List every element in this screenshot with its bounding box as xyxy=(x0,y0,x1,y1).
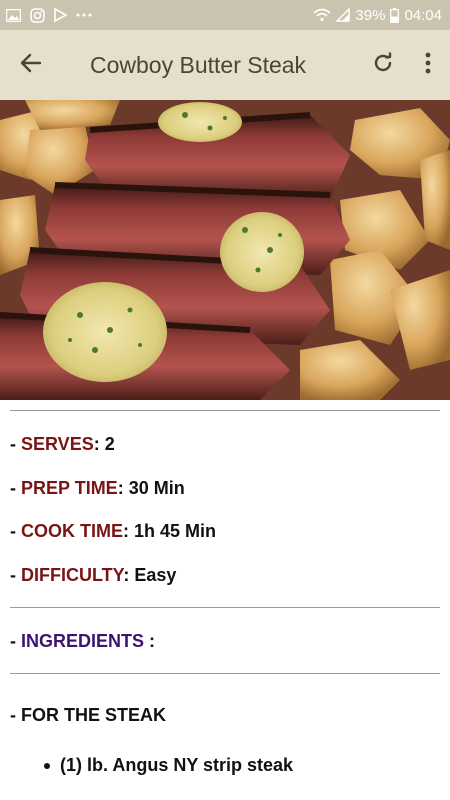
battery-icon xyxy=(390,7,400,23)
play-store-icon xyxy=(54,8,67,22)
difficulty-row: - DIFFICULTY: Easy xyxy=(10,565,177,585)
serves-label: SERVES xyxy=(21,434,94,454)
app-bar: Cowboy Butter Steak xyxy=(0,30,450,100)
divider xyxy=(10,607,440,608)
overflow-menu-button[interactable] xyxy=(406,30,450,100)
ingredients-heading: - INGREDIENTS : xyxy=(10,631,156,651)
prep-time-label: PREP TIME xyxy=(21,478,118,498)
status-notifications xyxy=(6,7,92,23)
difficulty-value: Easy xyxy=(134,565,177,585)
difficulty-label: DIFFICULTY xyxy=(21,565,124,585)
serves-row: - SERVES: 2 xyxy=(10,434,115,454)
list-item: (1) lb. Angus NY strip steak xyxy=(44,755,293,776)
refresh-icon xyxy=(371,51,395,80)
cook-time-row: - COOK TIME: 1h 45 Min xyxy=(10,521,217,541)
more-notifications-icon xyxy=(76,13,92,17)
clock: 04:04 xyxy=(404,6,442,24)
prep-time-value: 30 Min xyxy=(128,478,185,498)
arrow-left-icon xyxy=(19,51,43,80)
prep-time-row: - PREP TIME: 30 Min xyxy=(10,478,185,498)
refresh-button[interactable] xyxy=(360,30,406,100)
signal-icon xyxy=(336,8,351,22)
steak-section-heading: - FOR THE STEAK xyxy=(10,705,166,725)
cook-time-label: COOK TIME xyxy=(21,521,123,541)
back-button[interactable] xyxy=(0,30,62,100)
status-bar: 39% 04:04 xyxy=(0,0,450,30)
instagram-icon xyxy=(30,7,45,23)
battery-percent: 39% xyxy=(355,6,386,24)
cook-time-value: 1h 45 Min xyxy=(134,521,217,541)
divider xyxy=(10,410,440,411)
status-system: 39% 04:04 xyxy=(313,7,442,24)
gallery-icon xyxy=(6,8,21,22)
divider xyxy=(10,673,440,674)
page-title: Cowboy Butter Steak xyxy=(90,51,307,78)
wifi-icon xyxy=(313,8,331,22)
overflow-menu-icon xyxy=(425,52,431,79)
ingredients-label: INGREDIENTS xyxy=(21,631,145,651)
serves-value: 2 xyxy=(104,434,115,454)
recipe-hero-image xyxy=(0,100,450,400)
